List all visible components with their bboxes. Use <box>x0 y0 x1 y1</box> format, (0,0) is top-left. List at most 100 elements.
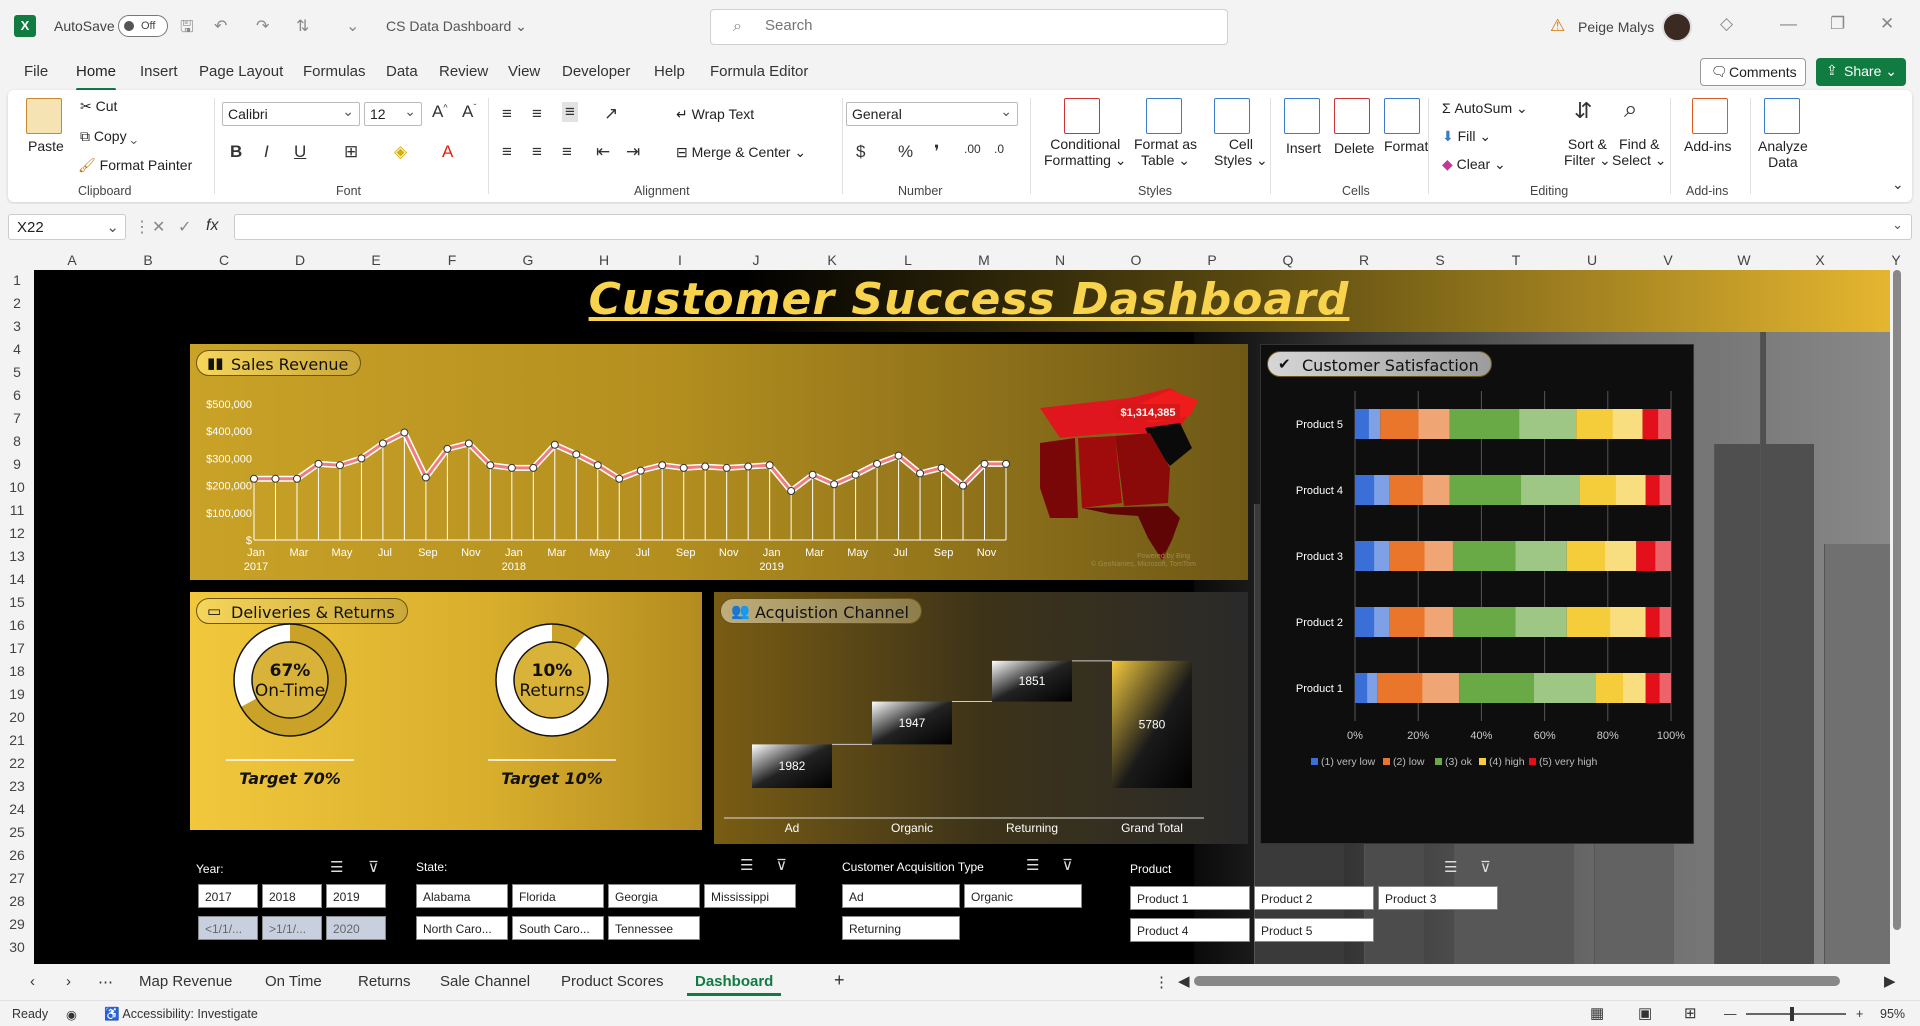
row-header[interactable]: 27 <box>0 870 34 886</box>
tab-formulas[interactable]: Formulas <box>303 63 366 80</box>
tab-page-layout[interactable]: Page Layout <box>199 63 283 80</box>
clear-filter-icon[interactable]: ⊽ <box>1062 856 1073 874</box>
autosave-toggle[interactable]: Off <box>118 15 168 37</box>
currency-icon[interactable]: $ <box>856 142 865 162</box>
zoom-in-icon[interactable]: + <box>1856 1007 1863 1021</box>
column-header[interactable]: H <box>566 252 642 268</box>
conditional-formatting-button[interactable]: Conditional Formatting ⌄ <box>1044 136 1127 169</box>
column-header[interactable]: J <box>718 252 794 268</box>
align-center-icon[interactable]: ≡ <box>532 142 542 162</box>
column-header[interactable]: C <box>186 252 262 268</box>
acquisition-slicer-organic[interactable]: Organic <box>964 884 1082 908</box>
row-header[interactable]: 10 <box>0 479 34 495</box>
comma-icon[interactable]: ❜ <box>934 142 939 162</box>
column-header[interactable]: B <box>110 252 186 268</box>
minimize-icon[interactable]: — <box>1780 14 1797 34</box>
zoom-slider[interactable] <box>1746 1007 1846 1021</box>
acquisition-slicer-returning[interactable]: Returning <box>842 916 960 940</box>
sort-filter-button[interactable]: Sort & Filter ⌄ <box>1564 136 1611 169</box>
tab-data[interactable]: Data <box>386 63 418 80</box>
user-name[interactable]: Peige Malys <box>1578 19 1654 35</box>
paste-button[interactable]: Paste <box>28 138 64 154</box>
tab-review[interactable]: Review <box>439 63 488 80</box>
more-sheets-icon[interactable]: ⋯ <box>98 973 113 991</box>
zoom-slider-thumb[interactable] <box>1790 1007 1794 1021</box>
autosum-button[interactable]: Σ AutoSum ⌄ <box>1442 100 1528 117</box>
find-select-icon[interactable]: ⌕ <box>1624 96 1637 124</box>
accessibility-status[interactable]: ♿ Accessibility: Investigate <box>104 1007 258 1022</box>
close-icon[interactable]: ✕ <box>1880 14 1894 34</box>
insert-cells-button[interactable]: Insert <box>1286 140 1321 156</box>
page-break-view-icon[interactable]: ⊞ <box>1684 1004 1697 1022</box>
sheet-tab-dashboard[interactable]: Dashboard <box>686 973 782 996</box>
restore-icon[interactable]: ❐ <box>1830 14 1845 34</box>
search-input[interactable] <box>765 17 1165 34</box>
add-ins-icon[interactable] <box>1692 98 1728 134</box>
copy-button[interactable]: ⧉ Copy ⌄ <box>80 128 137 145</box>
row-header[interactable]: 29 <box>0 916 34 932</box>
row-header[interactable]: 9 <box>0 456 34 472</box>
sort-filter-icon[interactable]: ⇵ <box>1574 98 1592 124</box>
map-region-mississippi[interactable] <box>1040 438 1078 518</box>
align-middle-icon[interactable]: ≡ <box>532 104 542 124</box>
align-right-icon[interactable]: ≡ <box>562 142 572 162</box>
column-header[interactable]: Y <box>1858 252 1920 268</box>
row-header[interactable]: 8 <box>0 433 34 449</box>
year-slicer-2018[interactable]: 2018 <box>262 884 322 908</box>
acquisition-channel-panel[interactable]: 👥 Acquistion Channel 1982 Ad 1947 Organic 185… <box>714 592 1248 844</box>
enter-icon[interactable]: ✓ <box>178 217 191 237</box>
formula-input[interactable]: ⌄ <box>234 214 1912 240</box>
column-header[interactable]: P <box>1174 252 1250 268</box>
insert-cells-icon[interactable] <box>1284 98 1320 134</box>
italic-icon[interactable]: I <box>264 142 269 162</box>
fill-button[interactable]: ⬇ Fill ⌄ <box>1442 128 1491 145</box>
tab-help[interactable]: Help <box>654 63 685 80</box>
product-slicer-1[interactable]: Product 1 <box>1130 886 1250 910</box>
fill-color-icon[interactable]: ◈ <box>394 142 407 162</box>
column-header[interactable]: G <box>490 252 566 268</box>
column-header[interactable]: L <box>870 252 946 268</box>
zoom-out-icon[interactable]: — <box>1724 1007 1737 1021</box>
vertical-scrollbar[interactable] <box>1890 270 1904 964</box>
sheet-canvas[interactable]: Customer Success Dashboard ▮▮ Sales Reven… <box>34 270 1904 964</box>
row-header[interactable]: 15 <box>0 594 34 610</box>
increase-indent-icon[interactable]: ⇥ <box>626 142 640 162</box>
year-slicer-2019[interactable]: 2019 <box>326 884 386 908</box>
row-header[interactable]: 11 <box>0 502 34 518</box>
orientation-icon[interactable]: ↗ <box>604 104 618 124</box>
column-header[interactable]: O <box>1098 252 1174 268</box>
row-header[interactable]: 20 <box>0 709 34 725</box>
sheet-tab-sale-channel[interactable]: Sale Channel <box>440 973 530 990</box>
analyze-data-icon[interactable] <box>1764 98 1800 134</box>
map-region-florida[interactable] <box>1082 506 1180 560</box>
tab-options-icon[interactable]: ⋮ <box>1154 973 1169 991</box>
acquisition-slicer-ad[interactable]: Ad <box>842 884 960 908</box>
state-slicer-tennessee[interactable]: Tennessee <box>608 916 700 940</box>
merge-center-button[interactable]: ⊟ Merge & Center ⌄ <box>676 144 806 161</box>
clear-filter-icon[interactable]: ⊽ <box>776 856 787 874</box>
state-slicer-georgia[interactable]: Georgia <box>608 884 700 908</box>
state-slicer-south-carolina[interactable]: South Caro... <box>512 916 604 940</box>
align-bottom-icon[interactable]: ≡ <box>562 102 578 122</box>
cell-styles-icon[interactable] <box>1214 98 1250 134</box>
underline-icon[interactable]: U <box>294 142 306 162</box>
column-header[interactable]: F <box>414 252 490 268</box>
align-top-icon[interactable]: ≡ <box>502 104 512 124</box>
add-ins-button[interactable]: Add-ins <box>1684 138 1731 154</box>
ribbon-collapse-icon[interactable]: ⌄ <box>1892 176 1904 193</box>
clear-button[interactable]: ◆ Clear ⌄ <box>1442 156 1506 173</box>
map-region-alabama[interactable] <box>1078 436 1122 508</box>
state-slicer-florida[interactable]: Florida <box>512 884 604 908</box>
name-box[interactable]: X22 ⌄ <box>8 214 126 240</box>
row-header[interactable]: 30 <box>0 939 34 955</box>
sheet-tab-map-revenue[interactable]: Map Revenue <box>139 973 232 990</box>
row-header[interactable]: 26 <box>0 847 34 863</box>
column-header[interactable]: Q <box>1250 252 1326 268</box>
find-select-button[interactable]: Find & Select ⌄ <box>1612 136 1667 169</box>
cut-button[interactable]: ✂ Cut <box>80 98 117 115</box>
vertical-scroll-thumb[interactable] <box>1893 270 1901 930</box>
warning-icon[interactable]: ⚠ <box>1550 16 1565 36</box>
insert-function-icon[interactable]: fx <box>206 217 218 235</box>
font-name-select[interactable]: Calibri <box>222 102 360 126</box>
column-header[interactable]: T <box>1478 252 1554 268</box>
